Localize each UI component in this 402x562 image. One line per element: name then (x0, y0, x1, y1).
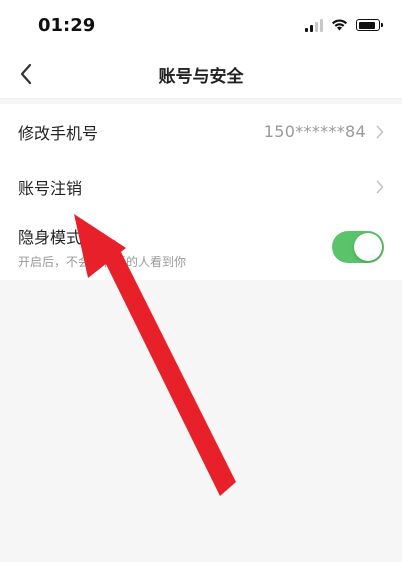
account-deactivation-label: 账号注销 (18, 178, 83, 198)
stealth-mode-row: 隐身模式 开启后，不会再有新的人看到你 (0, 214, 402, 280)
signal-icon (305, 18, 323, 32)
change-phone-label: 修改手机号 (18, 123, 99, 143)
toggle-knob (354, 233, 382, 261)
change-phone-row[interactable]: 修改手机号 150******84 (0, 104, 402, 159)
battery-icon (356, 19, 383, 31)
account-deactivation-row[interactable]: 账号注销 (0, 159, 402, 214)
stealth-mode-toggle[interactable] (332, 231, 384, 263)
phone-number-value: 150******84 (263, 122, 366, 141)
status-bar: 01:29 (0, 0, 402, 50)
account-deactivation-right (376, 180, 384, 194)
chevron-right-icon (376, 180, 384, 194)
stealth-mode-texts: 隐身模式 开启后，不会再有新的人看到你 (18, 224, 186, 270)
wifi-icon (331, 16, 348, 35)
stealth-mode-description: 开启后，不会再有新的人看到你 (18, 255, 187, 269)
settings-list: 修改手机号 150******84 账号注销 隐身模式 开启后，不会再有新的人看… (0, 104, 402, 280)
page-title: 账号与安全 (158, 67, 244, 87)
status-time: 01:29 (38, 15, 96, 36)
stealth-mode-label: 隐身模式 (18, 228, 83, 247)
status-icons (305, 16, 383, 35)
change-phone-right: 150******84 (264, 122, 384, 141)
navigation-bar: 账号与安全 (0, 50, 402, 99)
chevron-right-icon (376, 125, 384, 139)
